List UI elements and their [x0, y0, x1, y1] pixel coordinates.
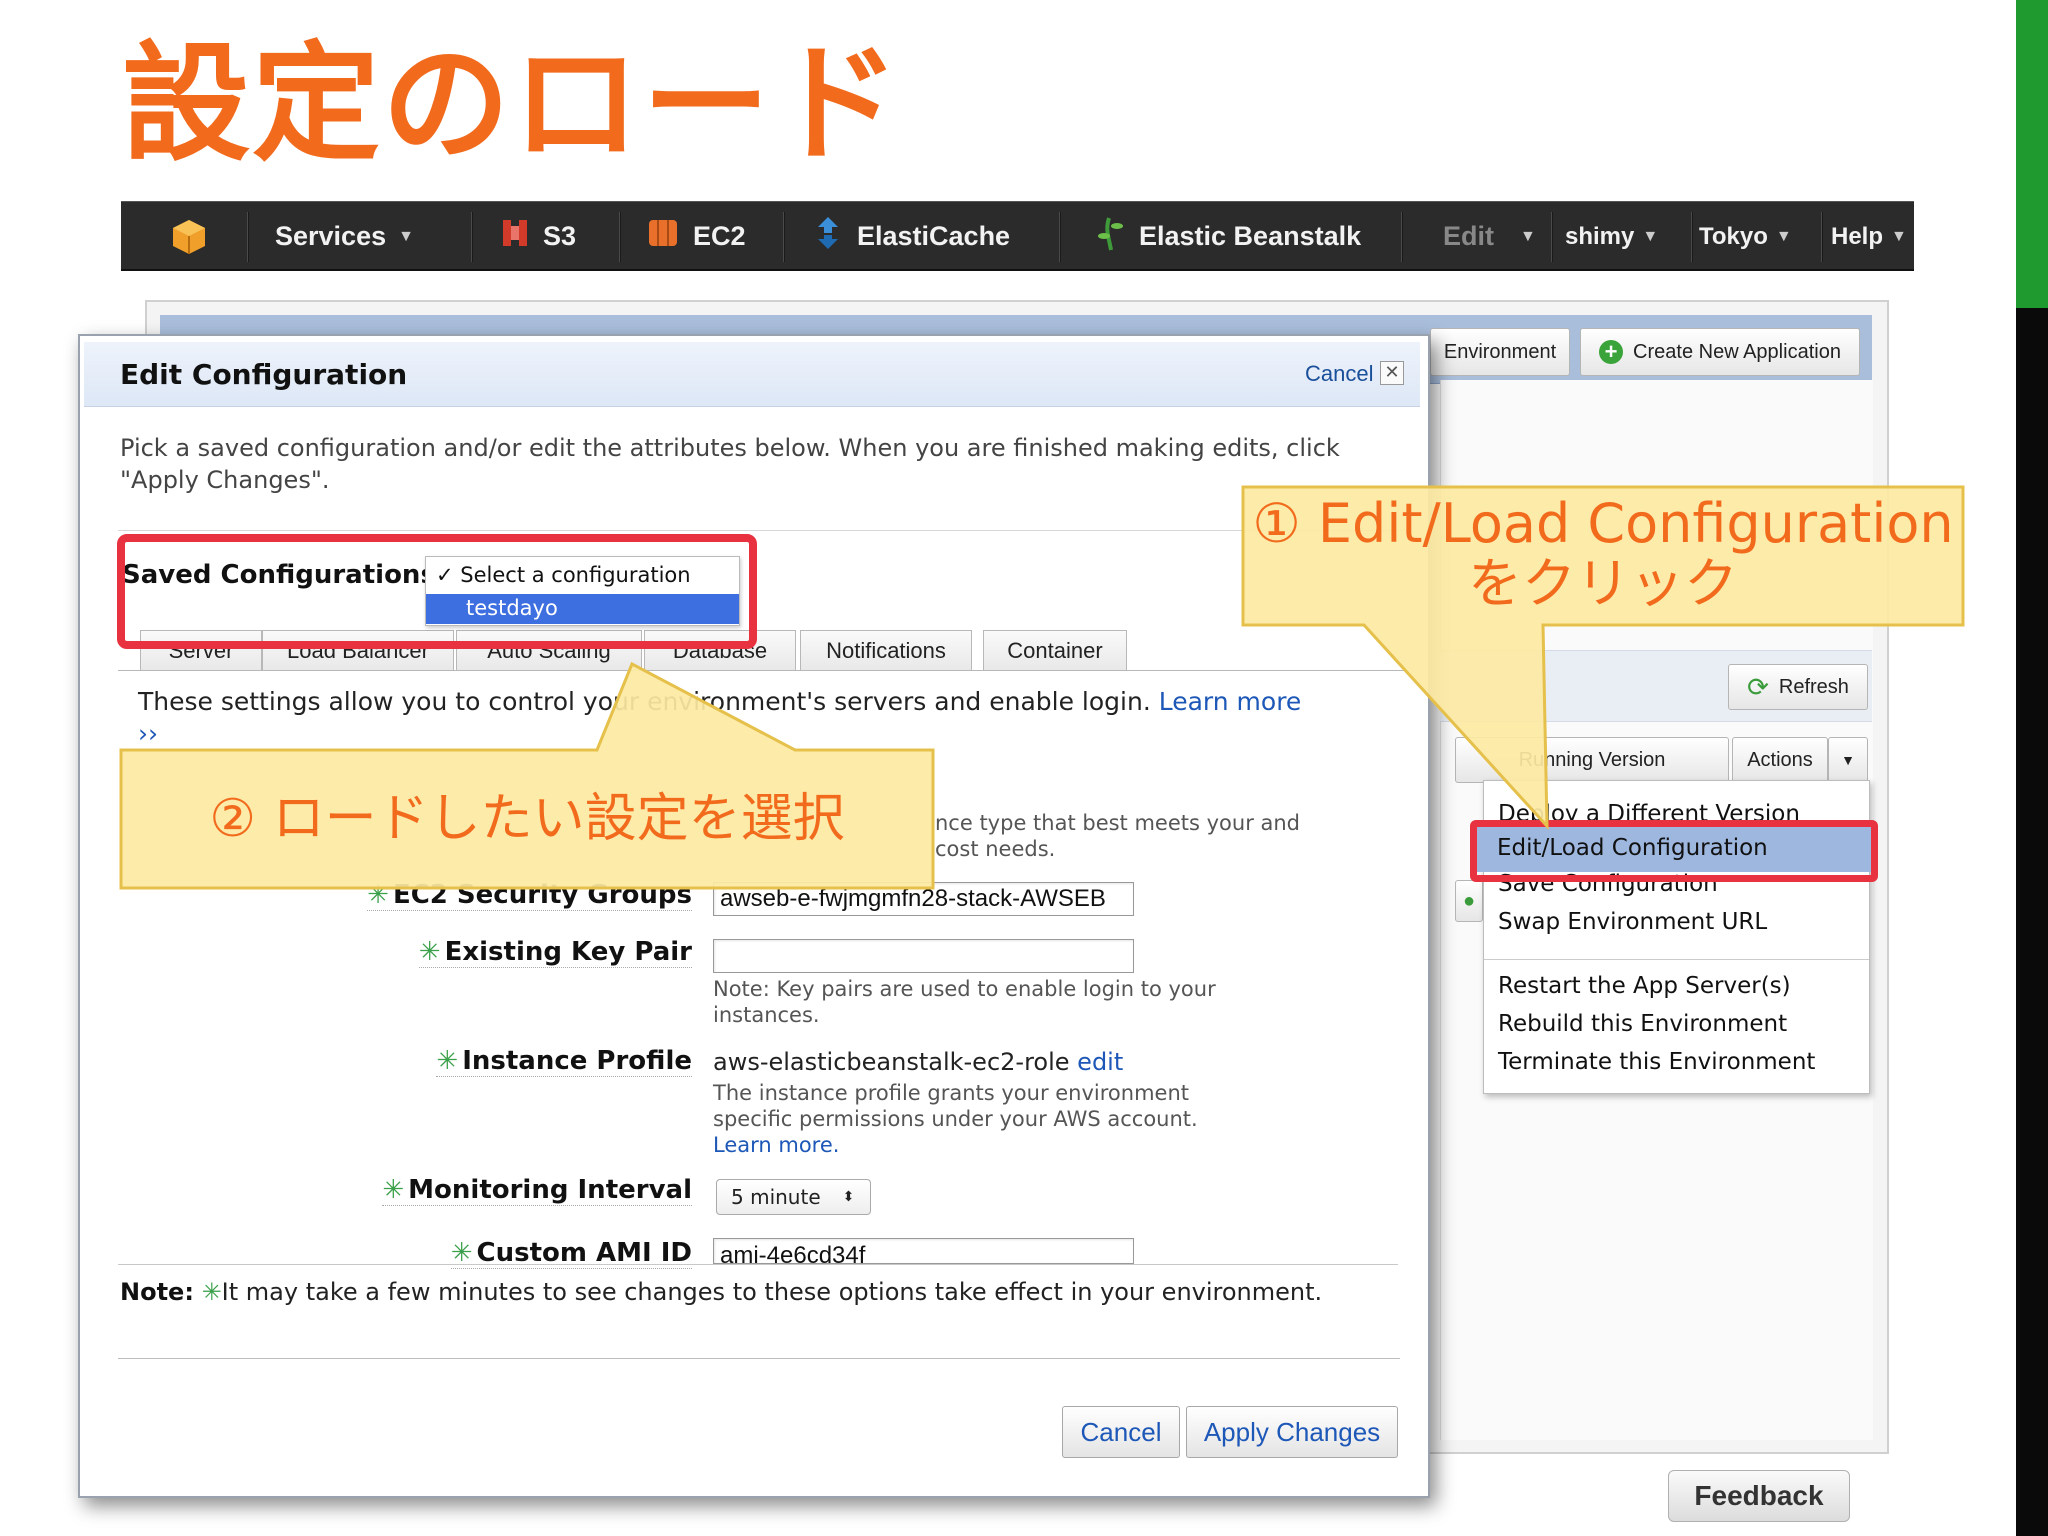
callout-shapes [119, 485, 1965, 890]
callout-step1-line1: ① Edit/Load Configuration [1252, 492, 1954, 555]
callout-step2-shape [119, 661, 935, 890]
callout-step1-line2: をクリック [1468, 552, 1738, 615]
callout-step2-text: ② ロードしたい設定を選択 [209, 789, 845, 849]
